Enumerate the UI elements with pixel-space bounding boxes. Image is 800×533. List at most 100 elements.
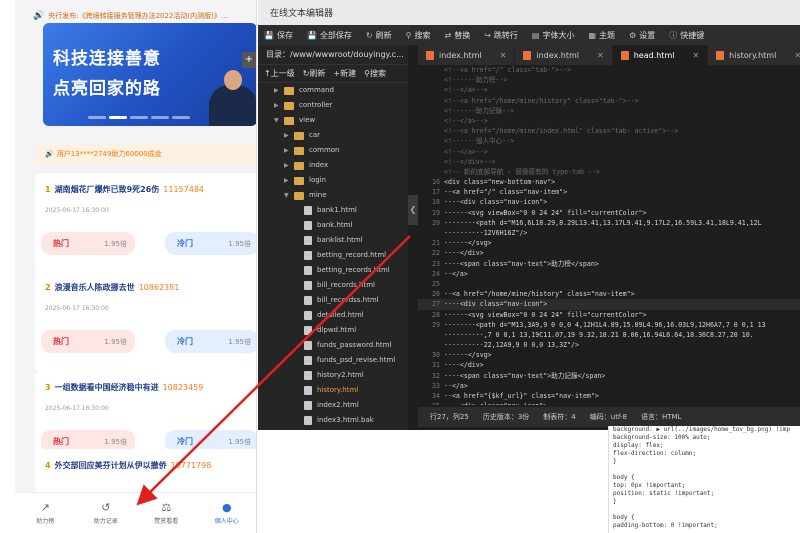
file-icon — [304, 386, 312, 395]
language[interactable]: 语言：HTML — [641, 412, 681, 422]
banner[interactable]: 科技连接善意 点亮回家的路 — [43, 23, 256, 126]
folder-icon — [294, 176, 304, 185]
file-icon — [304, 341, 312, 350]
css-rule-line: background-size: 100% auto; — [613, 434, 711, 441]
file-icon — [304, 251, 312, 260]
chevron-right-icon: ▶ — [274, 87, 279, 94]
event-card[interactable]: 2 浪漫音乐人陈政挪去世 10862381 2025-06-17 16:30:00 热门… — [35, 271, 256, 371]
code-line: 33 ··</a> — [432, 381, 468, 390]
tab-user-center[interactable]: ● 個人中心 — [197, 493, 257, 533]
file-tab[interactable]: index.html ✕ — [515, 45, 613, 65]
chevron-right-icon: ▶ — [284, 177, 289, 184]
tree-folder[interactable]: ▼ view — [258, 113, 408, 128]
css-rule-line: body { — [613, 514, 635, 521]
file-tab[interactable]: head.html ✕ — [612, 45, 709, 65]
code-line: 24 ··</a> — [432, 269, 468, 278]
side-expand-button[interactable]: + — [242, 52, 256, 68]
refresh-icon: ↻ — [365, 30, 373, 40]
css-rule-line: } — [613, 498, 617, 505]
history-versions[interactable]: 历史版本：3份 — [483, 412, 529, 422]
tree-file[interactable]: bill_recordss.html — [258, 293, 408, 308]
code-line: 30 ······</svg> — [432, 351, 492, 360]
mobile-app: 🔊 央行发布:《跨境转接服务管理办法2022活动(内测版)》... 科技连接善意… — [15, 0, 257, 533]
tree-folder[interactable]: ▶ common — [258, 143, 408, 158]
file-icon — [304, 236, 312, 245]
theme-button[interactable]: ▦ 主题 — [588, 30, 615, 41]
close-icon[interactable]: ✕ — [500, 51, 507, 60]
refresh-button[interactable]: ↻ 刷新 — [366, 30, 392, 41]
replace-button[interactable]: ⇄ 替换 — [445, 30, 471, 41]
tree-search-button[interactable]: ⚲搜索 — [364, 68, 386, 79]
tab-rank[interactable]: ↗ 助力榜 — [15, 493, 76, 533]
event-time: 2025-06-17 16:30:00 — [45, 305, 109, 312]
font-size-button[interactable]: ▤ 字体大小 — [532, 30, 575, 41]
speaker-icon: 🔊 — [45, 150, 54, 158]
tree-file[interactable]: betting_record.html — [258, 248, 408, 263]
tree-folder[interactable]: ▶ car — [258, 128, 408, 143]
code-line: ··········22,12A9,9 0 0,0 13,3Z"/> — [444, 341, 579, 350]
tree-file[interactable]: bill_records.html — [258, 278, 408, 293]
settings-button[interactable]: ⚙ 设置 — [629, 30, 655, 41]
tree-file[interactable]: index3.html.bak — [258, 413, 408, 428]
code-area[interactable]: <!--<a href="/" class="tab-">--> <!--····… — [418, 65, 800, 405]
tree-new-button[interactable]: +新建 — [333, 68, 356, 79]
file-icon — [304, 206, 312, 215]
tree-file[interactable]: index2.html — [258, 398, 408, 413]
tree-folder[interactable]: ▶ command — [258, 83, 408, 98]
tree-file[interactable]: dlpwd.html — [258, 323, 408, 338]
file-tab[interactable]: index.html ✕ — [418, 45, 516, 65]
event-card[interactable]: 1 湖南烟花厂爆炸已致9死26伤 11157484 2025-06-17 16:30:… — [35, 173, 256, 273]
goto-line-button[interactable]: ↪ 跳转行 — [484, 30, 518, 41]
file-tab[interactable]: history.html ✕ — [708, 45, 800, 65]
tree-file[interactable]: betting_records.html — [258, 263, 408, 278]
close-icon[interactable]: ✕ — [692, 51, 699, 60]
close-icon[interactable]: ✕ — [597, 51, 604, 60]
tree-file[interactable]: detailed.html — [258, 308, 408, 323]
save-all-button[interactable]: 💾 全部保存 — [307, 30, 352, 41]
tab-scale[interactable]: ⚖ 赞赏看看 — [136, 493, 197, 533]
html-file-icon — [523, 50, 532, 60]
tree-file[interactable]: history2.html — [258, 368, 408, 383]
tree-file[interactable]: funds_psd_revise.html — [258, 353, 408, 368]
devtools-styles: background: ▶ url(../images/home_tov_bg.… — [608, 426, 800, 533]
hot-option-button[interactable]: 热门 1.95倍 — [41, 232, 135, 255]
code-line: 20 ········<path d="M16,6L18.29,8.29L13.4… — [432, 218, 762, 227]
replace-icon: ⇄ — [444, 30, 452, 40]
chevron-right-icon: ▶ — [274, 102, 279, 109]
cold-option-button[interactable]: 冷门 1.95倍 — [165, 232, 256, 255]
text-editor-window: 在线文本编辑器 💾 保存 💾 全部保存 ↻ 刷新 ⚲ 搜索 ⇄ 替换 ↪ 跳转行 ▤ 字体大小… — [258, 0, 800, 430]
tree-file[interactable]: bank1.html — [258, 203, 408, 218]
code-line: <!--<a href="/home/mine/history" class="… — [444, 96, 639, 105]
tree-folder[interactable]: ▶ index — [258, 158, 408, 173]
search-button[interactable]: ⚲ 搜索 — [406, 30, 431, 41]
cold-option-button[interactable]: 冷门 1.95倍 — [165, 330, 256, 353]
trend-icon: ↗ — [40, 501, 50, 514]
tree-file[interactable]: bank.html — [258, 218, 408, 233]
tab-size[interactable]: 制表符：4 — [543, 412, 575, 422]
tree-file[interactable]: funds_password.html — [258, 338, 408, 353]
close-icon[interactable]: ✕ — [794, 51, 800, 60]
tree-up-button[interactable]: ↑上一级 — [264, 68, 295, 79]
save-all-icon: 💾 — [306, 30, 317, 40]
shortcut-button[interactable]: ⓘ 快捷键 — [669, 30, 704, 41]
tree-folder[interactable]: ▼ mine — [258, 188, 408, 203]
html-file-icon — [620, 50, 629, 60]
folder-icon — [294, 131, 304, 140]
tree-refresh-button[interactable]: ↻刷新 — [303, 68, 326, 79]
collapse-tree-button[interactable]: ❮ — [408, 195, 418, 225]
encoding[interactable]: 编码：utf-8 — [590, 412, 627, 422]
tree-folder[interactable]: ▶ controller — [258, 98, 408, 113]
css-rule-line: body { — [613, 474, 635, 481]
file-icon — [304, 371, 312, 380]
css-rule-line — [609, 466, 800, 474]
tab-history[interactable]: ↺ 助力记录 — [76, 493, 137, 533]
file-icon — [304, 311, 312, 320]
tree-file[interactable]: banklist.html — [258, 233, 408, 248]
tree-file[interactable]: history.html — [258, 383, 408, 398]
font-icon: ▤ — [531, 30, 540, 40]
file-icon — [304, 296, 312, 305]
hot-option-button[interactable]: 热门 1.95倍 — [41, 330, 135, 353]
file-tree: 目录：/www/wwwroot/douyingy.c... ↑上一级 ↻刷新 +… — [258, 45, 408, 430]
tree-folder[interactable]: ▶ login — [258, 173, 408, 188]
save-button[interactable]: 💾 保存 — [264, 30, 293, 41]
